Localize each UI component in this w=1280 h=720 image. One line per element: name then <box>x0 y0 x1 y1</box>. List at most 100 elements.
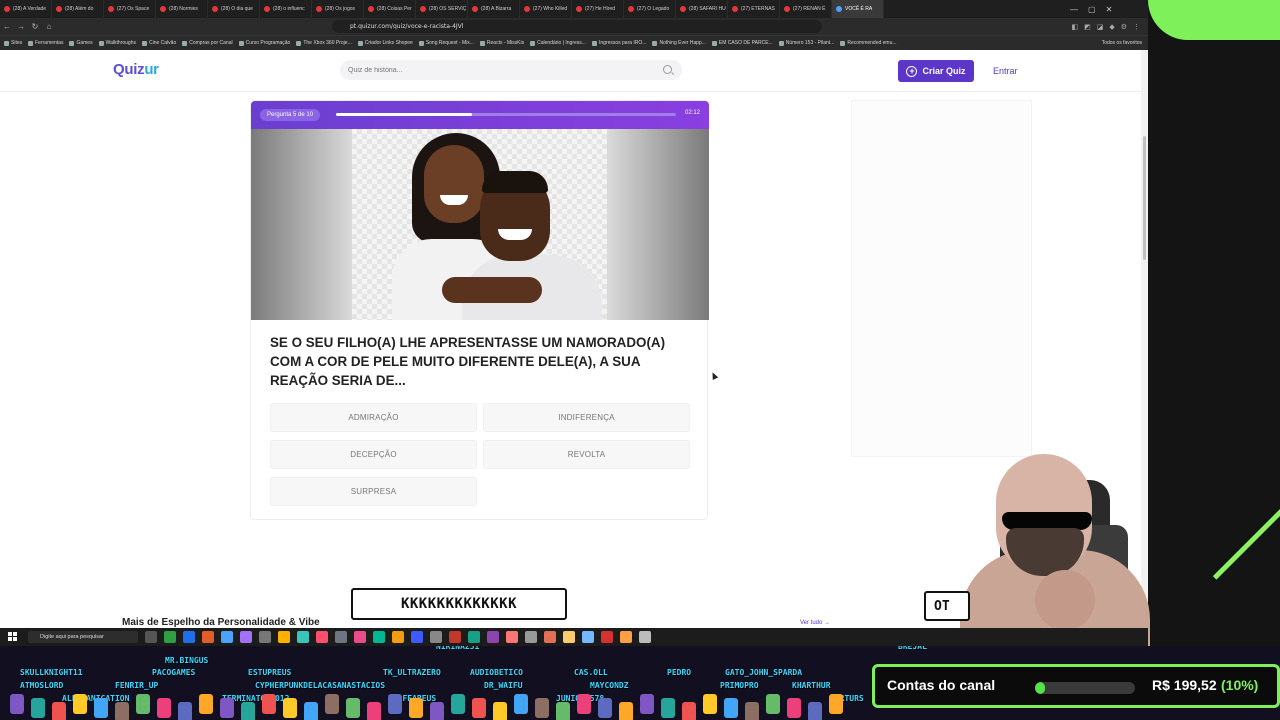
answer-option[interactable]: INDIFERENÇA <box>483 403 690 432</box>
taskbar-app-icon[interactable] <box>506 631 518 643</box>
browser-tab[interactable]: (27) O Legado <box>624 0 676 18</box>
search-input[interactable] <box>340 60 682 80</box>
taskbar-app-icon[interactable] <box>525 631 537 643</box>
bookmark-item[interactable]: Cine Calvão <box>141 40 176 46</box>
taskbar-app-icon[interactable] <box>449 631 461 643</box>
taskbar-app-icon[interactable] <box>582 631 594 643</box>
browser-tab[interactable]: (28) Coisas Per <box>364 0 416 18</box>
bookmark-item[interactable]: Walkthroughs <box>98 40 136 46</box>
answer-option[interactable]: SURPRESA <box>270 477 477 506</box>
taskbar-app-icon[interactable] <box>202 631 214 643</box>
create-quiz-button[interactable]: + Criar Quiz <box>898 60 974 82</box>
browser-tab[interactable]: (28) A Bizarra <box>468 0 520 18</box>
windows-start-icon[interactable] <box>8 632 17 641</box>
taskbar-app-icon[interactable] <box>601 631 613 643</box>
search-icon[interactable] <box>663 65 672 74</box>
bookmark-item[interactable]: The Xbox 360 Proje... <box>296 40 352 46</box>
browser-tab[interactable]: (28) Os jogos <box>312 0 364 18</box>
related-section-title: Mais de Espelho da Personalidade & Vibe <box>122 617 320 628</box>
browser-tab[interactable]: (27) He Hired <box>572 0 624 18</box>
taskbar-app-icon[interactable] <box>354 631 366 643</box>
bookmark-item[interactable]: Compras por Canal <box>182 40 233 46</box>
chat-avatar-sprite <box>31 698 45 718</box>
taskbar-app-icon[interactable] <box>164 631 176 643</box>
bookmark-item[interactable]: Games <box>69 40 93 46</box>
login-link[interactable]: Entrar <box>993 66 1018 76</box>
reload-icon[interactable]: ↻ <box>28 22 42 31</box>
extension-icon[interactable]: ◧ <box>1071 23 1078 31</box>
bookmark-item[interactable]: Ferramentas <box>28 40 63 46</box>
browser-tab[interactable]: (28) O dia que <box>208 0 260 18</box>
answer-option[interactable]: ADMIRAÇÃO <box>270 403 477 432</box>
taskbar-app-icon[interactable] <box>639 631 651 643</box>
browser-tab[interactable]: (28) o influenc <box>260 0 312 18</box>
taskbar-app-icon[interactable] <box>145 631 157 643</box>
bookmark-item[interactable]: Song Request - Mix... <box>418 40 474 46</box>
taskbar-app-icon[interactable] <box>487 631 499 643</box>
taskbar-app-icon[interactable] <box>373 631 385 643</box>
maximize-icon[interactable]: ▢ <box>1088 5 1096 14</box>
bookmark-item[interactable]: Recommended emu... <box>840 40 897 46</box>
taskbar-app-icon[interactable] <box>278 631 290 643</box>
taskbar-app-icon[interactable] <box>468 631 480 643</box>
extension-icon[interactable]: ◪ <box>1097 23 1104 31</box>
taskbar-app-icon[interactable] <box>259 631 271 643</box>
browser-tab[interactable]: (27) Os Space <box>104 0 156 18</box>
taskbar-app-icon[interactable] <box>221 631 233 643</box>
bookmark-item[interactable]: Número 153 - Pilant... <box>778 40 834 46</box>
taskbar-app-icon[interactable] <box>335 631 347 643</box>
bookmark-item[interactable]: Nothing Ever Happ... <box>652 40 706 46</box>
taskbar-app-icon[interactable] <box>316 631 328 643</box>
browser-tab[interactable]: (28) A Verdade <box>0 0 52 18</box>
url-field[interactable]: pt.quizur.com/quiz/voce-e-racista-4JVl <box>332 20 822 33</box>
bookmark-item[interactable]: Sites <box>4 40 22 46</box>
bookmark-item[interactable]: Ingressos para IRO... <box>591 40 646 46</box>
answer-option[interactable]: REVOLTA <box>483 440 690 469</box>
tab-title: (28) SAFARI HU <box>689 6 726 12</box>
taskbar-search[interactable]: Digite aqui para pesquisar <box>28 631 138 643</box>
bookmark-item[interactable]: Reacts - MissKis <box>479 40 524 46</box>
home-icon[interactable]: ⌂ <box>42 22 56 31</box>
see-all-link[interactable]: Ver tudo → <box>800 620 830 626</box>
browser-tab[interactable]: (27) Who Killed <box>520 0 572 18</box>
taskbar-app-icon[interactable] <box>563 631 575 643</box>
browser-tab[interactable]: (28) OS SERVIÇ <box>416 0 468 18</box>
browser-tab[interactable]: (28) SAFARI HU <box>676 0 728 18</box>
browser-tab[interactable]: (28) Além do <box>52 0 104 18</box>
chat-avatar-sprite <box>577 694 591 714</box>
bookmark-item[interactable]: Curso Programação <box>238 40 290 46</box>
browser-tab[interactable]: (27) RENAN É <box>780 0 832 18</box>
taskbar-app-icon[interactable] <box>392 631 404 643</box>
site-logo[interactable]: Quizur <box>113 61 159 78</box>
bookmark-label: Games <box>76 40 93 46</box>
minimize-icon[interactable]: — <box>1070 5 1078 14</box>
taskbar-app-icon[interactable] <box>620 631 632 643</box>
menu-icon[interactable]: ⋮ <box>1133 23 1140 31</box>
extension-icon[interactable]: ◆ <box>1109 23 1114 31</box>
scrollbar-thumb[interactable] <box>1143 136 1146 260</box>
taskbar-app-icon[interactable] <box>544 631 556 643</box>
close-icon[interactable]: ✕ <box>1106 5 1113 14</box>
taskbar-app-icon[interactable] <box>411 631 423 643</box>
extension-icon[interactable]: ◩ <box>1084 23 1091 31</box>
all-bookmarks-link[interactable]: Todos os favoritos <box>1102 40 1142 46</box>
bookmark-item[interactable]: Calendário | Ingress... <box>530 40 586 46</box>
tab-favicon-icon <box>108 6 114 12</box>
answer-option[interactable]: DECEPÇÃO <box>270 440 477 469</box>
taskbar-app-icon[interactable] <box>297 631 309 643</box>
browser-tab[interactable]: VOCÊ É RA <box>832 0 884 18</box>
browser-tab[interactable]: (28) Normies <box>156 0 208 18</box>
settings-icon[interactable]: ⚙ <box>1121 23 1127 31</box>
forward-icon[interactable]: → <box>14 22 28 31</box>
back-icon[interactable]: ← <box>0 22 14 31</box>
bookmark-label: Sites <box>11 40 23 46</box>
taskbar-app-icon[interactable] <box>240 631 252 643</box>
chat-username: CAS.OLL <box>574 668 608 677</box>
bookmark-item[interactable]: EM CASO DE PARCE... <box>711 40 773 46</box>
tab-favicon-icon <box>680 6 686 12</box>
chat-avatar-sprite <box>703 694 717 714</box>
taskbar-app-icon[interactable] <box>183 631 195 643</box>
browser-tab[interactable]: (27) ETERNAS <box>728 0 780 18</box>
taskbar-app-icon[interactable] <box>430 631 442 643</box>
bookmark-item[interactable]: Criador Links Shopee <box>357 40 413 46</box>
